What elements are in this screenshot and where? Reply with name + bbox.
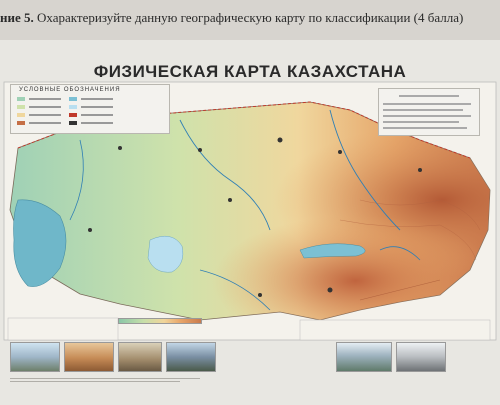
desert-photo-icon <box>64 342 114 372</box>
map-legend: УСЛОВНЫЕ ОБОЗНАЧЕНИЯ <box>10 84 170 134</box>
mountain-lake-photo-icon <box>166 342 216 372</box>
mountain-river-photo-icon <box>336 342 392 372</box>
plain-swatch <box>17 105 25 110</box>
lowland-swatch <box>17 97 25 102</box>
legend-title: УСЛОВНЫЕ ОБОЗНАЧЕНИЯ <box>19 87 121 93</box>
legend-row-plain <box>17 105 167 110</box>
salt-lake-swatch <box>69 105 77 110</box>
legend-row-upland <box>17 113 167 118</box>
legend-row-lowland <box>17 97 167 102</box>
task-heading: ние 5. Охарактеризуйте данную географиче… <box>0 10 500 34</box>
elevation-scale <box>118 318 202 324</box>
footnote-lines <box>10 378 210 386</box>
upland-swatch <box>17 113 25 118</box>
city-swatch <box>69 121 77 126</box>
water-swatch <box>69 97 77 102</box>
border-swatch <box>69 113 77 118</box>
animal-photo-icon <box>118 342 162 372</box>
task-text: Охарактеризуйте данную географическую ка… <box>33 10 464 25</box>
cities-legend <box>378 88 480 136</box>
map-title: ФИЗИЧЕСКАЯ КАРТА КАЗАХСТАНА <box>93 62 407 81</box>
task-number: ние 5. <box>0 10 34 25</box>
wolf-photo-icon <box>396 342 446 372</box>
photo-strip <box>10 342 490 372</box>
mountain-photo-icon <box>10 342 60 372</box>
aral-sea <box>147 235 184 273</box>
legend-row-highland <box>17 121 167 126</box>
mountain-swatch <box>17 121 25 126</box>
